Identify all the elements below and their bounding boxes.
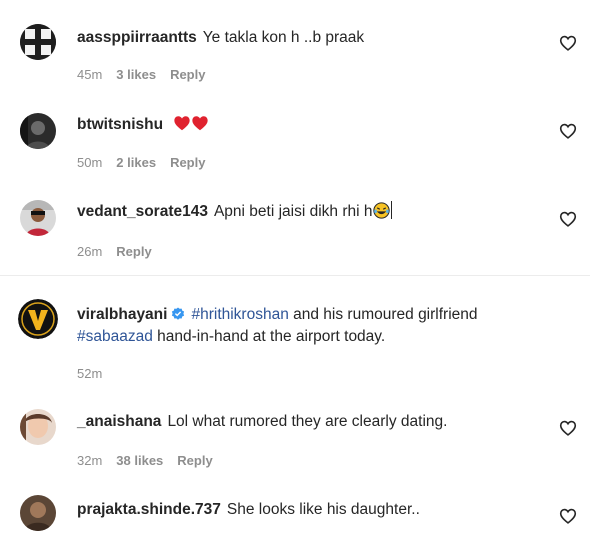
comment-text: Apni beti jaisi dikh rhi h (213, 203, 373, 220)
reply-button[interactable]: Reply (170, 67, 205, 82)
avatar[interactable] (20, 200, 56, 236)
like-heart-icon[interactable] (559, 123, 577, 139)
avatar[interactable] (20, 24, 56, 60)
likes-count[interactable]: 2 likes (116, 155, 156, 170)
reply-button[interactable]: Reply (170, 155, 205, 170)
username[interactable]: prajakta.shinde.737 (77, 501, 221, 518)
likes-count[interactable]: 3 likes (116, 67, 156, 82)
comment-text-line: btwitsnishu (77, 114, 546, 136)
comment-text-line: vedant_sorate143 Apni beti jaisi dikh rhi… (77, 201, 546, 223)
username[interactable]: aassppiirraantts (77, 29, 197, 46)
verified-badge-icon (172, 307, 185, 320)
like-heart-icon[interactable] (559, 420, 577, 436)
timestamp: 50m (77, 155, 103, 170)
caption-text: viralbhayani #hrithikroshan and his rumou… (77, 304, 546, 348)
caption-text-part: hand-in-hand at the airport today. (152, 328, 386, 345)
avatar[interactable] (20, 409, 56, 445)
timestamp: 52m (77, 366, 103, 381)
red-heart-emoji (192, 116, 209, 131)
like-heart-icon[interactable] (559, 211, 577, 227)
comment-meta: 26m Reply (77, 244, 166, 259)
comment-text: Lol what rumored they are clearly dating… (167, 413, 448, 430)
avatar[interactable] (20, 495, 56, 531)
timestamp: 32m (77, 453, 103, 468)
comment-text: She looks like his daughter.. (226, 501, 420, 518)
section-divider (0, 275, 590, 276)
username[interactable]: _anaishana (77, 413, 161, 430)
text-cursor (390, 201, 392, 219)
timestamp: 45m (77, 67, 103, 82)
comment-meta: 50m 2 likes Reply (77, 155, 219, 170)
likes-count[interactable]: 38 likes (116, 453, 163, 468)
comment-meta: 45m 3 likes Reply (77, 67, 219, 82)
username[interactable]: viralbhayani (77, 306, 167, 323)
comment-text-line: aassppiirraantts Ye takla kon h ..b praak (77, 27, 546, 49)
hashtag-link[interactable]: #sabaazad (77, 328, 153, 345)
caption-meta: 52m (77, 366, 116, 381)
comment-text-line: prajakta.shinde.737 She looks like his da… (77, 499, 546, 521)
caption-text-part: and his rumoured girlfriend (288, 306, 478, 323)
comment-text-line: _anaishana Lol what rumored they are clea… (77, 411, 546, 433)
hashtag-link[interactable]: #hrithikroshan (191, 306, 288, 323)
username[interactable]: vedant_sorate143 (77, 203, 208, 220)
reply-button[interactable]: Reply (177, 453, 212, 468)
red-heart-emoji (174, 116, 191, 131)
username[interactable]: btwitsnishu (77, 116, 163, 133)
like-heart-icon[interactable] (559, 35, 577, 51)
comment-text: Ye takla kon h ..b praak (202, 29, 365, 46)
timestamp: 26m (77, 244, 103, 259)
comment-meta: 32m 38 likes Reply (77, 453, 227, 468)
reply-button[interactable]: Reply (116, 244, 151, 259)
avatar[interactable] (18, 299, 58, 339)
like-heart-icon[interactable] (559, 508, 577, 524)
avatar[interactable] (20, 113, 56, 149)
laughing-tears-emoji (372, 202, 390, 219)
